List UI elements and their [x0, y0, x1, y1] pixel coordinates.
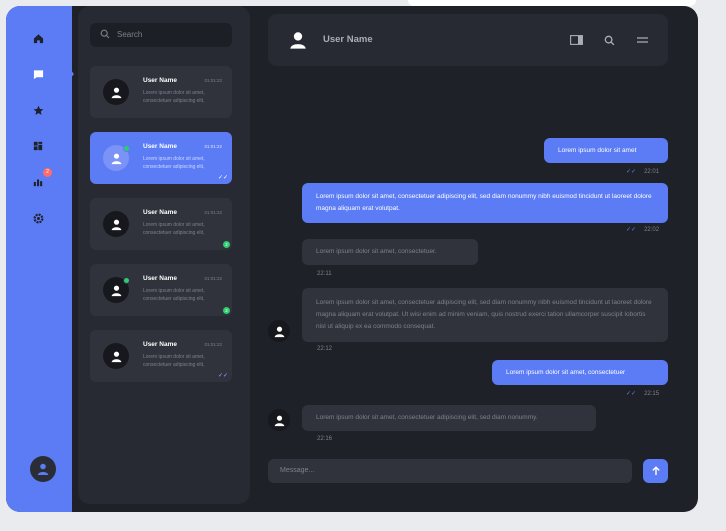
- profile-avatar[interactable]: [30, 456, 56, 482]
- chat-name: User Name: [143, 209, 177, 216]
- dashboard-icon[interactable]: [28, 136, 48, 156]
- message-time: 22:11: [317, 271, 332, 277]
- active-indicator: [66, 64, 74, 84]
- stats-icon[interactable]: 2: [28, 168, 52, 192]
- notification-badge: 2: [43, 168, 52, 177]
- unread-badge: 2: [223, 241, 230, 248]
- chat-time: 01:01:22: [204, 276, 222, 281]
- chat-preview: Lorem ipsum dolor sit amet, consectetuer…: [143, 90, 205, 104]
- settings-icon[interactable]: [28, 208, 48, 228]
- sender-avatar: [268, 409, 290, 431]
- menu-icon[interactable]: [634, 32, 650, 48]
- chat-icon[interactable]: [28, 64, 48, 84]
- message-time: 22:01: [644, 169, 660, 175]
- avatar: [103, 211, 129, 237]
- panel-icon[interactable]: [568, 32, 584, 48]
- message-placeholder: Message...: [280, 467, 315, 474]
- conversation-header: User Name: [268, 14, 668, 66]
- sender-avatar: [268, 320, 290, 342]
- message-outgoing: Lorem ipsum dolor sit amet, consectetuer…: [302, 183, 668, 223]
- message-text: Lorem ipsum dolor sit amet, consectetuer…: [316, 299, 652, 330]
- message-text: Lorem ipsum dolor sit amet: [558, 146, 637, 154]
- double-check-icon: ✓✓: [217, 373, 228, 379]
- search-input[interactable]: Search: [90, 23, 232, 47]
- message-time: 22:15: [644, 391, 660, 397]
- search-placeholder: Search: [117, 30, 143, 39]
- chat-preview: Lorem ipsum dolor sit amet, consectetuer…: [143, 222, 205, 236]
- message-time: 22:16: [317, 436, 333, 442]
- nav-rail: 2: [6, 6, 72, 512]
- online-status-dot: [123, 277, 130, 284]
- avatar: [103, 79, 129, 105]
- contact-avatar[interactable]: [286, 28, 310, 52]
- message-outgoing: Lorem ipsum dolor sit amet: [544, 138, 668, 163]
- chat-time: 01:01:22: [204, 210, 222, 215]
- message-text: Lorem ipsum dolor sit amet, consectetuer…: [316, 414, 538, 421]
- message-meta: ✓✓ 22:01: [626, 168, 659, 175]
- chat-preview: Lorem ipsum dolor sit amet, consectetuer…: [143, 288, 205, 302]
- chat-list-item[interactable]: User Name 01:01:22 Lorem ipsum dolor sit…: [90, 66, 232, 118]
- chat-list-item-active[interactable]: User Name 01:01:22 Lorem ipsum dolor sit…: [90, 132, 232, 184]
- chat-preview: Lorem ipsum dolor sit amet, consectetuer…: [143, 156, 205, 170]
- unread-badge: 2: [223, 307, 230, 314]
- chat-preview: Lorem ipsum dolor sit amet, consectetuer…: [143, 354, 205, 368]
- double-check-icon: ✓✓: [626, 169, 637, 175]
- message-time: 22:12: [317, 346, 333, 352]
- chat-time: 01:01:22: [204, 342, 222, 347]
- chat-list-panel: Search User Name 01:01:22 Lorem ipsum do…: [78, 6, 250, 504]
- chat-name: User Name: [143, 275, 177, 282]
- chat-name: User Name: [143, 143, 177, 150]
- online-status-dot: [123, 145, 130, 152]
- arrow-up-icon: [651, 466, 660, 475]
- avatar: [103, 343, 129, 369]
- contact-name: User Name: [323, 34, 373, 45]
- chat-list-item[interactable]: User Name 01:01:22 Lorem ipsum dolor sit…: [90, 330, 232, 382]
- chat-name: User Name: [143, 341, 177, 348]
- message-meta: ✓✓ 22:15: [626, 390, 659, 397]
- search-icon: [100, 29, 110, 39]
- message-text: Lorem ipsum dolor sit amet, consectetuer…: [316, 248, 437, 255]
- home-icon[interactable]: [28, 28, 48, 48]
- search-icon[interactable]: [601, 32, 617, 48]
- message-outgoing: Lorem ipsum dolor sit amet, consectetuer: [492, 360, 668, 385]
- message-input[interactable]: Message...: [268, 459, 632, 483]
- app-window: 2 Search User Name 01:01:22 Lorem ipsum …: [6, 6, 698, 512]
- double-check-icon: ✓✓: [217, 175, 228, 181]
- message-incoming: Lorem ipsum dolor sit amet, consectetuer…: [302, 288, 668, 342]
- send-button[interactable]: [643, 459, 668, 483]
- chat-time: 01:01:22: [204, 78, 222, 83]
- message-text: Lorem ipsum dolor sit amet, consectetuer: [506, 368, 626, 376]
- message-meta: ✓✓ 22:02: [626, 226, 659, 233]
- chat-name: User Name: [143, 77, 177, 84]
- message-incoming: Lorem ipsum dolor sit amet, consectetuer…: [302, 239, 478, 265]
- chat-list-item[interactable]: User Name 01:01:22 Lorem ipsum dolor sit…: [90, 198, 232, 250]
- chat-list-item[interactable]: User Name 01:01:22 Lorem ipsum dolor sit…: [90, 264, 232, 316]
- star-icon[interactable]: [28, 100, 48, 120]
- message-time: 22:02: [644, 227, 660, 233]
- double-check-icon: ✓✓: [626, 227, 637, 233]
- message-incoming: Lorem ipsum dolor sit amet, consectetuer…: [302, 405, 596, 431]
- double-check-icon: ✓✓: [626, 391, 637, 397]
- chat-time: 01:01:22: [204, 144, 222, 149]
- window-edge: [408, 0, 696, 6]
- message-text: Lorem ipsum dolor sit amet, consectetuer…: [316, 193, 652, 212]
